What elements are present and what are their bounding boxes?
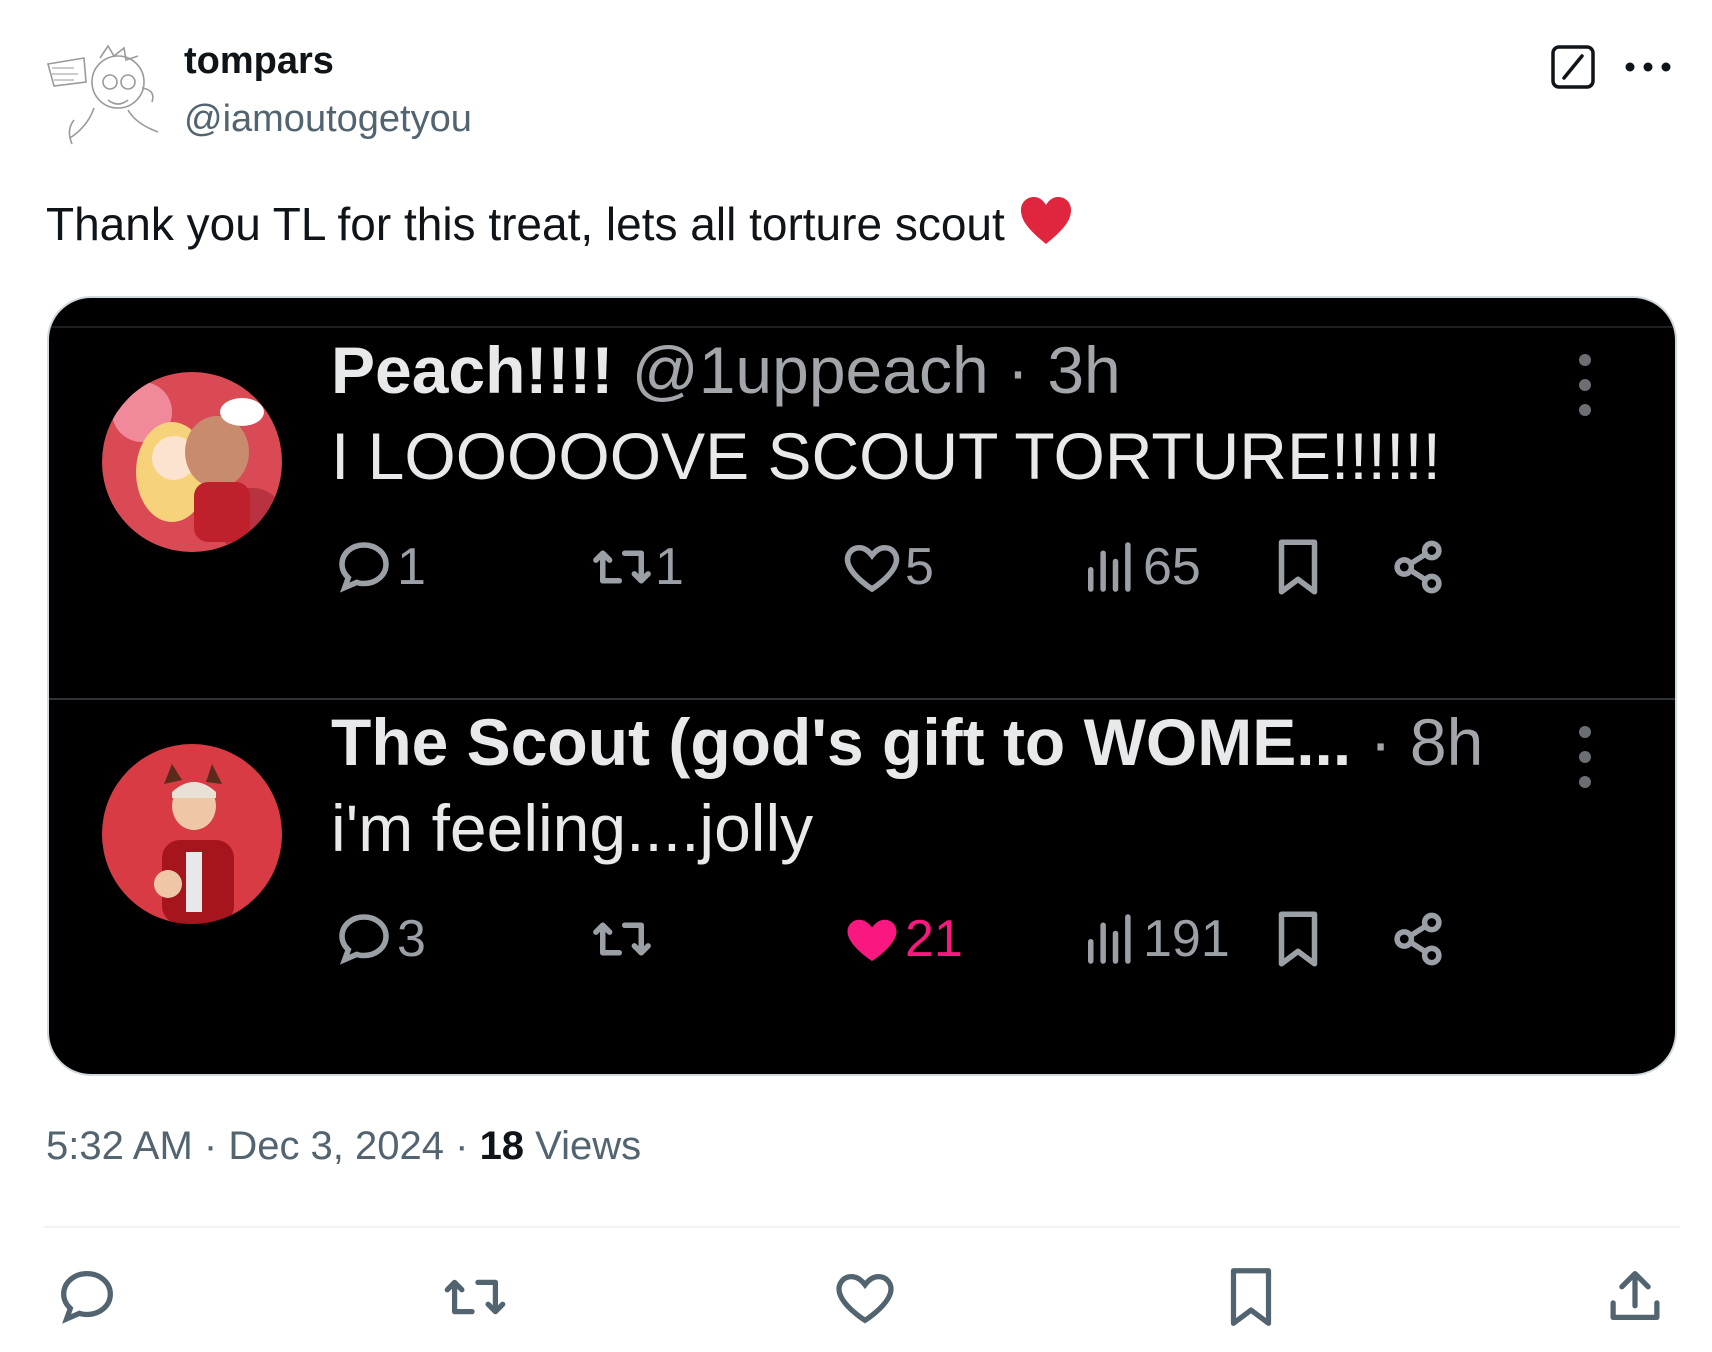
- heart-outline-icon: [844, 544, 900, 593]
- repost-icon: [593, 922, 651, 956]
- repost-icon: [593, 550, 651, 584]
- views-count: 191: [1143, 910, 1230, 968]
- scout-avatar: [102, 744, 282, 924]
- card-divider: [49, 698, 1675, 700]
- share-icon[interactable]: [1385, 534, 1451, 600]
- quoted-post-1-name[interactable]: Peach!!!!: [331, 333, 613, 407]
- kebab-menu-icon[interactable]: [1573, 722, 1597, 792]
- reply-icon: [339, 542, 389, 593]
- heart-filled-icon: [847, 919, 897, 961]
- quoted-post-2-text: i'm feeling....jolly: [331, 791, 814, 865]
- meta-separator: ·: [192, 1124, 229, 1168]
- reply-icon[interactable]: [52, 1262, 122, 1332]
- tweet-time[interactable]: 5:32 AM: [46, 1124, 193, 1168]
- reply-count: 3: [397, 910, 426, 968]
- card-top-divider: [49, 326, 1675, 328]
- views-label: Views: [524, 1124, 642, 1168]
- author-handle[interactable]: @iamoutogetyou: [184, 98, 472, 141]
- quoted-post-2-header: The Scout (god's gift to WOME... · 8h: [331, 704, 1483, 780]
- grok-icon[interactable]: [1550, 44, 1596, 90]
- views-action[interactable]: 191: [1077, 906, 1230, 972]
- bookmark-icon[interactable]: [1265, 534, 1331, 600]
- views-icon: [1088, 542, 1131, 592]
- like-action[interactable]: 5: [839, 534, 934, 600]
- peach-avatar: [102, 372, 282, 552]
- views-total: 18: [479, 1124, 525, 1168]
- repost-icon[interactable]: [440, 1262, 510, 1332]
- author-name[interactable]: tompars: [184, 40, 334, 83]
- views-icon: [1088, 914, 1131, 964]
- meta-separator: ·: [444, 1124, 480, 1168]
- red-heart-icon: [1019, 196, 1073, 246]
- share-icon[interactable]: [1385, 906, 1451, 972]
- quoted-screenshot-card[interactable]: Peach!!!! @1uppeach · 3h I LOOOOOVE SCOU…: [47, 296, 1677, 1076]
- views-count: 65: [1143, 538, 1201, 596]
- reply-action[interactable]: 3: [331, 906, 426, 972]
- more-dots-icon[interactable]: [1620, 44, 1676, 90]
- quoted-post-2-name[interactable]: The Scout (god's gift to WOME...: [331, 705, 1351, 779]
- repost-action[interactable]: [589, 906, 655, 972]
- like-icon[interactable]: [830, 1262, 900, 1332]
- repost-count: 1: [655, 538, 684, 596]
- quoted-post-1-handle[interactable]: @1uppeach: [632, 333, 989, 407]
- bookmark-icon[interactable]: [1216, 1262, 1286, 1332]
- share-upload-icon[interactable]: [1600, 1262, 1670, 1332]
- sketch-avatar-image: [46, 44, 159, 145]
- quoted-post-2-time: · 8h: [1369, 705, 1484, 779]
- kebab-menu-icon[interactable]: [1573, 350, 1597, 420]
- repost-action[interactable]: 1: [589, 534, 684, 600]
- action-bar-divider: [44, 1226, 1680, 1228]
- reply-action[interactable]: 1: [331, 534, 426, 600]
- reply-icon: [339, 914, 389, 965]
- tweet-meta: 5:32 AM · Dec 3, 2024 · 18 Views: [46, 1124, 641, 1169]
- quoted-post-1-header: Peach!!!! @1uppeach · 3h: [331, 332, 1121, 408]
- tweet-body: Thank you TL for this treat, lets all to…: [46, 198, 1005, 250]
- bookmark-icon[interactable]: [1265, 906, 1331, 972]
- views-action[interactable]: 65: [1077, 534, 1201, 600]
- tweet-text: Thank you TL for this treat, lets all to…: [46, 196, 1073, 251]
- tweet-date[interactable]: Dec 3, 2024: [228, 1124, 444, 1168]
- quoted-post-1-time: · 3h: [1007, 333, 1121, 407]
- like-action[interactable]: 21: [839, 906, 963, 972]
- like-count: 5: [905, 538, 934, 596]
- quoted-post-1-text: I LOOOOOVE SCOUT TORTURE!!!!!!: [331, 419, 1442, 493]
- reply-count: 1: [397, 538, 426, 596]
- like-count: 21: [905, 910, 963, 968]
- author-avatar[interactable]: [44, 38, 162, 146]
